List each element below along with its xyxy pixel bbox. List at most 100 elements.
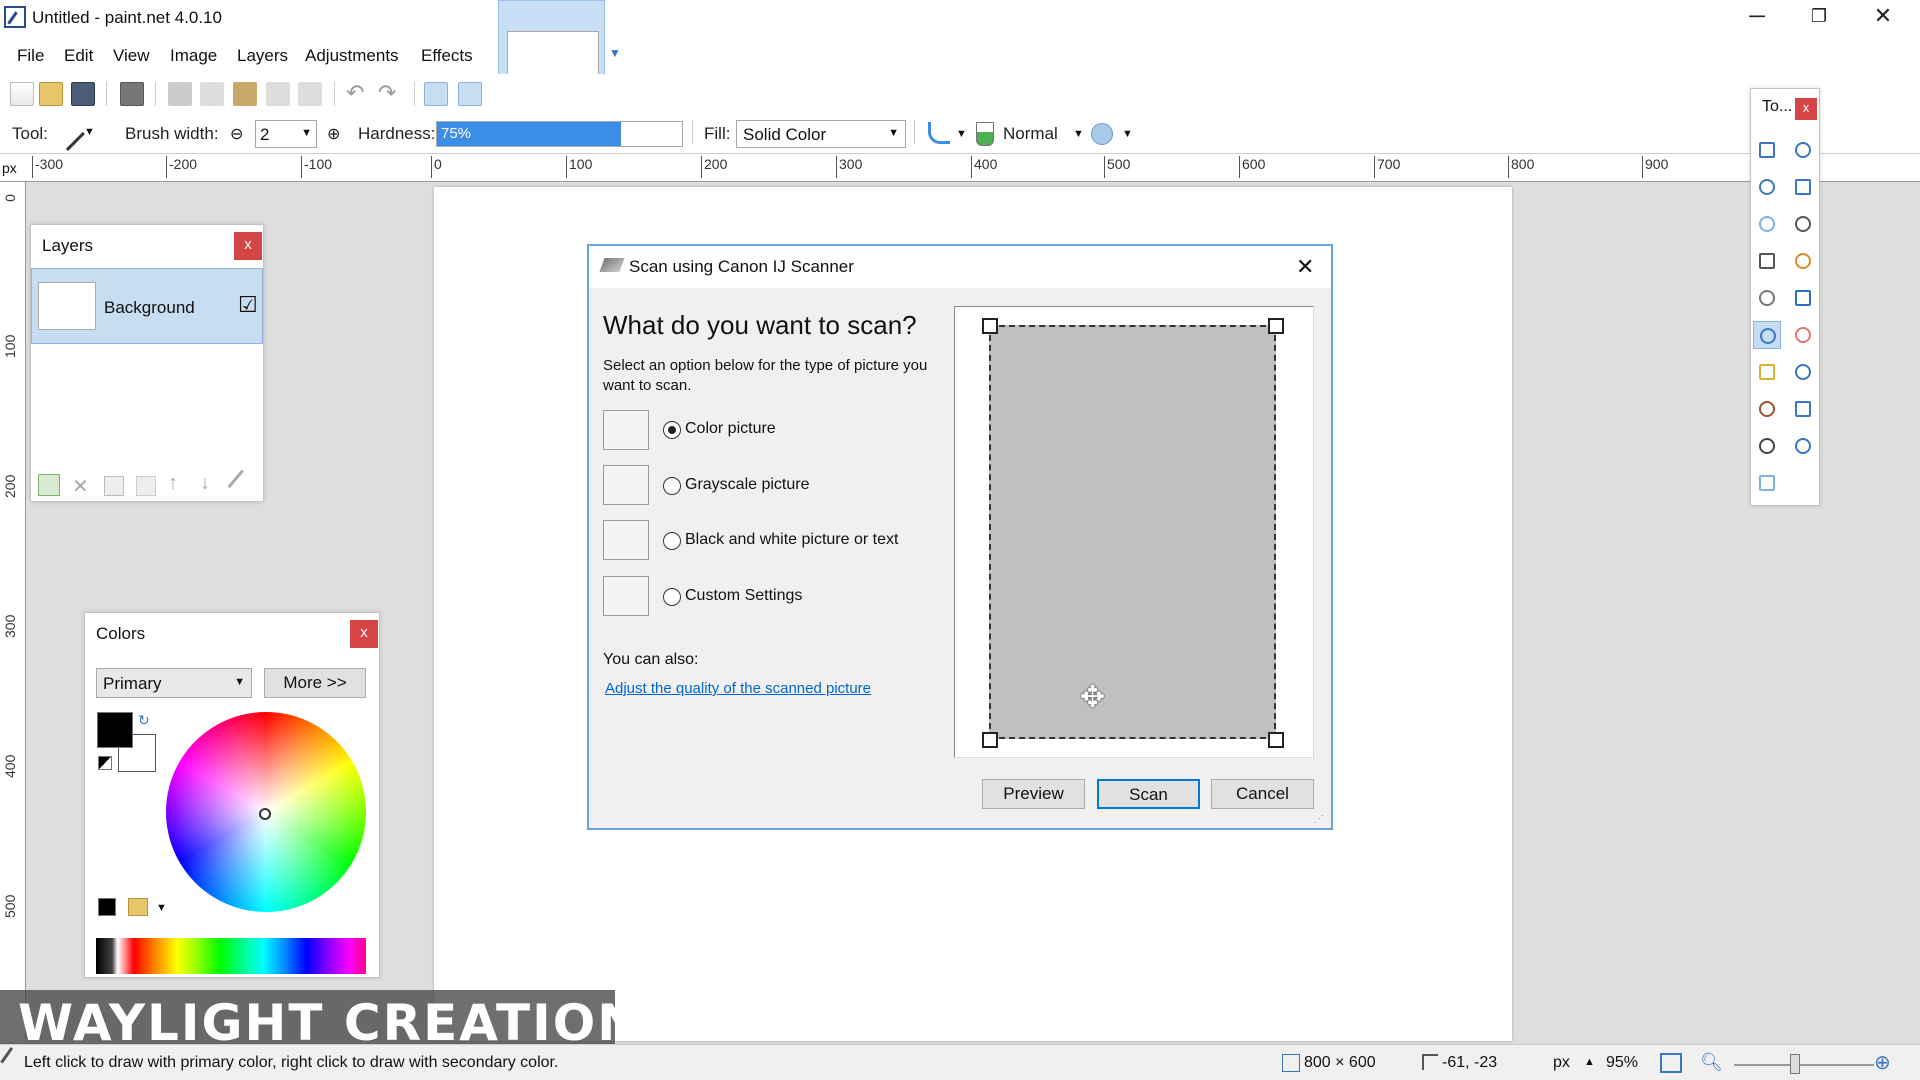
eraser-icon[interactable] [1789,321,1817,349]
tool-dropdown-icon[interactable]: ▼ [84,126,95,138]
hardness-slider[interactable]: 75% [436,121,683,147]
color-picker-icon[interactable] [1789,358,1817,386]
color-palette-strip[interactable] [96,938,366,974]
menu-adjustments[interactable]: Adjustments [305,46,399,66]
magic-wand-icon[interactable] [1753,247,1781,275]
undo-icon[interactable]: ↶ [346,82,370,106]
menu-image[interactable]: Image [170,46,217,66]
add-layer-icon[interactable] [38,474,60,496]
layers-close-button[interactable]: x [234,232,262,260]
menu-view[interactable]: View [113,46,150,66]
grayscale-picture-radio[interactable] [663,477,681,495]
paint-bucket-icon[interactable] [1753,284,1781,312]
minimize-button[interactable]: ─ [1726,0,1788,34]
grid-icon[interactable] [424,82,448,106]
swap-colors-icon[interactable]: ↻ [138,712,150,729]
zoom-slider-thumb[interactable] [1790,1054,1800,1074]
region-handle-bottom-right[interactable] [1268,732,1284,748]
image-list-dropdown-icon[interactable]: ▼ [609,46,623,60]
zoom-out-icon[interactable]: 🔍︎ [1700,1052,1723,1073]
zoom-slider-track[interactable] [1734,1064,1874,1066]
restore-button[interactable]: ❐ [1788,0,1850,34]
selection-mode-icon[interactable] [1091,123,1113,145]
new-icon[interactable] [10,82,34,106]
pan-icon[interactable] [1789,247,1817,275]
zoom-icon[interactable] [1789,210,1817,238]
increase-width-icon[interactable]: ⊕ [327,124,340,144]
blend-dropdown-icon[interactable]: ▼ [1073,128,1084,140]
color-wheel-cursor[interactable] [259,808,271,820]
region-handle-bottom-left[interactable] [982,732,998,748]
palette-dropdown-icon[interactable]: ▼ [156,902,167,914]
black-white-radio[interactable] [663,532,681,550]
print-icon[interactable] [120,82,144,106]
primary-color-swatch[interactable] [97,712,133,748]
black-white-label[interactable]: Black and white picture or text [685,531,898,549]
merge-layer-icon[interactable] [136,476,156,496]
layer-visibility-checkbox[interactable]: ☑ [238,292,258,318]
region-handle-top-left[interactable] [982,318,998,334]
deselect-icon[interactable] [298,82,322,106]
rectangle-select-icon[interactable] [1753,136,1781,164]
status-zoom[interactable]: 95% [1606,1054,1638,1072]
paste-icon[interactable] [233,82,257,106]
shapes-icon[interactable] [1753,469,1781,497]
save-icon[interactable] [71,82,95,106]
status-unit[interactable]: px [1553,1054,1570,1072]
palette-menu-icon[interactable] [128,898,148,916]
zoom-to-window-icon[interactable] [1660,1053,1682,1073]
fill-combo[interactable]: Solid Color ▼ [736,120,906,148]
selection-dropdown-icon[interactable]: ▼ [1122,128,1133,140]
duplicate-layer-icon[interactable] [104,476,124,496]
close-window-button[interactable]: ✕ [1852,0,1914,34]
lasso-select-icon[interactable] [1753,173,1781,201]
paintbrush-icon[interactable] [1753,321,1781,349]
decrease-width-icon[interactable]: ⊖ [230,124,243,144]
scan-region[interactable] [989,325,1276,739]
color-picture-label[interactable]: Color picture [685,420,776,438]
gradient-icon[interactable] [1789,284,1817,312]
clone-stamp-icon[interactable] [1753,395,1781,423]
resize-grip-icon[interactable]: ⋰ [1314,814,1324,825]
menu-edit[interactable]: Edit [64,46,93,66]
move-layer-down-icon[interactable]: ↓ [200,472,210,495]
scan-button[interactable]: Scan [1097,779,1200,809]
move-layer-up-icon[interactable]: ↑ [168,472,178,495]
adjust-quality-link[interactable]: Adjust the quality of the scanned pictur… [605,680,871,697]
custom-settings-label[interactable]: Custom Settings [685,587,802,605]
region-handle-top-right[interactable] [1268,318,1284,334]
ellipse-select-icon[interactable] [1753,210,1781,238]
cancel-button[interactable]: Cancel [1211,779,1314,809]
preview-button[interactable]: Preview [982,779,1085,809]
blend-mode-value[interactable]: Normal [1003,124,1058,144]
redo-icon[interactable]: ↷ [378,82,402,106]
brush-width-combo[interactable]: 2 ▼ [255,120,317,148]
unit-dropdown-icon[interactable]: ▲ [1584,1056,1595,1068]
move-selection-icon[interactable] [1789,136,1817,164]
crop-icon[interactable] [266,82,290,106]
reset-colors-icon[interactable] [98,756,112,770]
antialiasing-dropdown-icon[interactable]: ▼ [956,128,967,140]
delete-layer-icon[interactable]: ✕ [72,474,89,499]
rulers-icon[interactable] [458,82,482,106]
palette-primary-icon[interactable] [98,898,116,916]
grayscale-picture-label[interactable]: Grayscale picture [685,476,810,494]
text-icon[interactable] [1753,432,1781,460]
custom-settings-radio[interactable] [663,588,681,606]
tools-close-button[interactable]: x [1795,98,1817,120]
cut-icon[interactable] [168,82,192,106]
copy-icon[interactable] [200,82,224,106]
menu-file[interactable]: File [17,46,44,66]
menu-layers[interactable]: Layers [237,46,288,66]
more-colors-button[interactable]: More >> [264,668,366,698]
line-curve-icon[interactable] [1789,432,1817,460]
menu-effects[interactable]: Effects [421,46,473,66]
pencil-icon[interactable] [1753,358,1781,386]
zoom-in-icon[interactable]: ⊕ [1874,1050,1891,1075]
move-selected-icon[interactable] [1789,173,1817,201]
color-mode-combo[interactable]: Primary ▼ [96,668,252,698]
recolor-icon[interactable] [1789,395,1817,423]
dialog-close-button[interactable]: ✕ [1296,254,1314,280]
color-picture-radio[interactable] [663,421,681,439]
antialiasing-icon[interactable] [928,122,950,144]
